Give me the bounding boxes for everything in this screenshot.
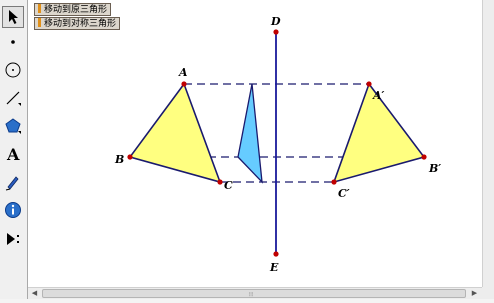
point-icon [11,40,15,44]
compass-circle-icon [5,62,21,78]
move-to-original-label: 移动到原三角形 [44,5,108,15]
text-tool-icon: A [6,145,20,163]
scrollbar-corner [482,287,494,299]
marker-tool[interactable] [2,171,24,193]
arrow-select-tool[interactable] [2,6,24,28]
information-icon [5,202,21,218]
scroll-left-icon[interactable]: ◀ [29,288,40,299]
straightedge-tool[interactable] [2,87,24,109]
label-D: D [270,15,281,28]
action-button-tab [38,18,41,27]
svg-text:A: A [6,145,20,163]
sketchpad-window: A B C A′ B′ C′ D E 移动到原三角形 移动到对称三角形 A ◀ … [0,0,494,303]
label-B: B [114,153,124,166]
point-B-prime[interactable] [421,154,427,160]
window-bottom-edge [0,299,494,303]
compass-tool[interactable] [2,59,24,81]
point-C-prime[interactable] [331,179,337,185]
point-A-prime[interactable] [366,81,372,87]
toolbox: A [0,0,28,303]
horizontal-scroll-thumb[interactable]: ⦙⦙⦙ [42,289,466,298]
label-A-prime: A′ [372,89,385,102]
move-to-symmetric-triangle-button[interactable]: 移动到对称三角形 [34,17,121,30]
polygon-icon [5,118,21,134]
action-button-tab [38,4,41,13]
text-tool[interactable]: A [2,143,24,165]
marker-pen-icon [5,176,19,191]
label-B-prime: B′ [428,162,441,175]
information-tool[interactable] [2,199,24,221]
scroll-right-icon[interactable]: ▶ [469,288,480,299]
point-C[interactable] [217,179,223,185]
horizontal-scrollbar[interactable]: ◀ ⦙⦙⦙ ▶ [28,287,482,299]
label-C-prime: C′ [338,187,350,200]
point-A[interactable] [181,81,187,87]
move-to-symmetric-label: 移动到对称三角形 [44,19,117,29]
point-B[interactable] [127,154,133,160]
triangle-ABC[interactable] [128,82,222,184]
polygon-tool[interactable] [2,115,24,137]
vertical-scrollbar[interactable] [482,0,494,287]
point-E[interactable] [273,251,279,257]
move-to-original-triangle-button[interactable]: 移动到原三角形 [34,3,112,16]
moving-triangle[interactable] [237,83,263,184]
custom-tools[interactable] [2,228,24,250]
label-C: C [224,179,233,192]
drawing-canvas[interactable]: A B C A′ B′ C′ D E [0,0,482,287]
point-D[interactable] [273,29,279,35]
scroll-grip-icon: ⦙⦙⦙ [249,291,254,298]
label-A: A [178,66,188,79]
custom-tools-icon [7,233,19,245]
label-E: E [269,261,279,274]
point-tool[interactable] [2,31,24,53]
straightedge-icon [6,91,21,106]
arrow-select-icon [9,10,18,24]
